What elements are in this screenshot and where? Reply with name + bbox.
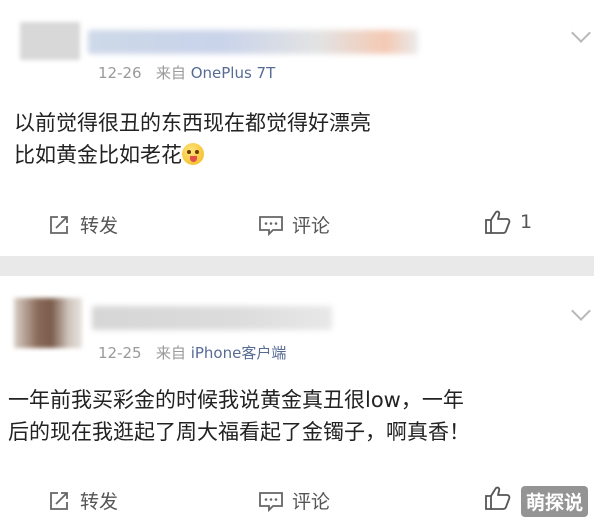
repost-icon (50, 491, 68, 510)
comment-card-1: 12-26 来自 OnePlus 7T 以前觉得很丑的东西现在都觉得好漂亮 比如… (0, 0, 594, 256)
post-content: 一年前我买彩金的时候我说黄金真丑很low，一年 后的现在我逛起了周大福看起了金镯… (8, 384, 470, 448)
comment-button[interactable]: 评论 (258, 487, 330, 514)
comment-button[interactable]: 评论 (258, 211, 330, 238)
username-blurred[interactable] (92, 306, 332, 330)
chevron-down-icon[interactable] (571, 23, 591, 43)
comment-icon (259, 215, 283, 236)
repost-icon (50, 215, 68, 234)
like-count: 1 (520, 211, 533, 233)
post-meta: 12-26 来自 OnePlus 7T (98, 62, 275, 83)
source-link[interactable]: iPhone客户端 (191, 344, 287, 362)
content-line: 后的现在我逛起了周大福看起了金镯子，啊真香！ (8, 420, 470, 444)
comment-label: 评论 (292, 215, 331, 237)
content-line-with-emoji: 比如黄金比如老花 (14, 139, 371, 171)
repost-button[interactable]: 转发 (48, 487, 118, 514)
content-line: 以前觉得很丑的东西现在都觉得好漂亮 (14, 111, 371, 135)
chevron-down-icon[interactable] (571, 301, 591, 321)
post-meta: 12-25 来自 iPhone客户端 (98, 342, 286, 363)
comment-icon (259, 491, 283, 512)
thumbs-up-icon (485, 486, 511, 510)
post-content: 以前觉得很丑的东西现在都觉得好漂亮 比如黄金比如老花 (14, 107, 371, 171)
tongue-out-emoji-icon (182, 143, 204, 165)
content-line: 一年前我买彩金的时候我说黄金真丑很low，一年 (8, 388, 464, 412)
username-blurred[interactable] (88, 30, 418, 54)
repost-label: 转发 (80, 491, 119, 513)
avatar[interactable] (14, 298, 82, 348)
comment-label: 评论 (292, 491, 331, 513)
avatar[interactable] (20, 22, 80, 60)
post-date: 12-25 (98, 344, 142, 362)
content-line: 比如黄金比如老花 (14, 143, 182, 167)
like-button[interactable] (484, 485, 520, 511)
comment-card-2: 12-25 来自 iPhone客户端 一年前我买彩金的时候我说黄金真丑很low，… (0, 276, 594, 523)
thumbs-up-icon (485, 210, 511, 234)
source-prefix: 来自 (155, 64, 186, 82)
repost-button[interactable]: 转发 (48, 211, 118, 238)
post-date: 12-26 (98, 64, 142, 82)
like-button[interactable]: 1 (484, 209, 532, 235)
watermark-logo: 萌探说 (520, 486, 588, 517)
source-prefix: 来自 (155, 344, 186, 362)
repost-label: 转发 (80, 215, 119, 237)
source-link[interactable]: OnePlus 7T (191, 64, 276, 82)
